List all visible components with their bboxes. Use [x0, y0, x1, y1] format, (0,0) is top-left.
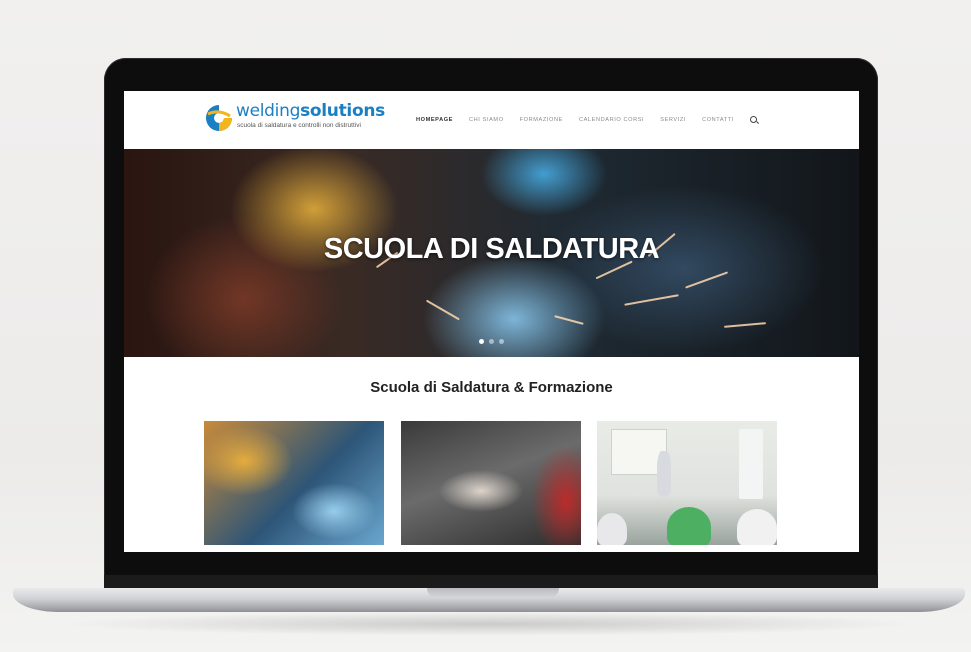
logo-wordmark[interactable]: weldingsolutions — [236, 101, 385, 121]
spark — [724, 322, 766, 328]
person — [739, 429, 763, 499]
person — [597, 513, 627, 545]
person — [667, 507, 711, 545]
person — [657, 451, 671, 497]
spark — [624, 294, 679, 306]
hero-title: SCUOLA DI SALDATURA — [323, 233, 660, 265]
nav-item-homepage[interactable]: HOMEPAGE — [416, 117, 453, 123]
nav-item-formazione[interactable]: FORMAZIONE — [520, 117, 563, 123]
nav-item-contatti[interactable]: CONTATTI — [702, 117, 734, 123]
laptop-shadow — [60, 612, 920, 636]
slider-dot[interactable] — [499, 339, 504, 344]
browser-viewport: weldingsolutions scuola di saldatura e c… — [124, 91, 859, 552]
spark — [554, 315, 584, 325]
laptop-notch — [427, 588, 559, 598]
logo-icon[interactable] — [204, 103, 234, 133]
nav-item-servizi[interactable]: SERVIZI — [660, 117, 686, 123]
spark — [685, 271, 728, 289]
slider-dots — [124, 339, 859, 344]
logo-word-light: welding — [236, 101, 301, 121]
person — [737, 509, 777, 545]
search-icon[interactable] — [750, 116, 758, 124]
thumbnail-classroom[interactable] — [597, 421, 777, 545]
nav-item-chi-siamo[interactable]: CHI SIAMO — [469, 117, 504, 123]
thumbnail-equipment[interactable] — [401, 421, 581, 545]
slider-dot[interactable] — [479, 339, 484, 344]
section-title: Scuola di Saldatura & Formazione — [370, 379, 613, 396]
hero-slider: SCUOLA DI SALDATURA — [124, 149, 859, 357]
main-nav: HOMEPAGE CHI SIAMO FORMAZIONE CALENDARIO… — [416, 116, 758, 124]
logo-tagline: scuola di saldatura e controlli non dist… — [237, 122, 361, 129]
spark — [426, 299, 460, 320]
logo-word-bold: solutions — [300, 101, 385, 121]
slider-dot[interactable] — [489, 339, 494, 344]
nav-item-calendario-corsi[interactable]: CALENDARIO CORSI — [579, 117, 644, 123]
site-header: weldingsolutions scuola di saldatura e c… — [124, 91, 859, 149]
thumbnail-welding[interactable] — [204, 421, 384, 545]
